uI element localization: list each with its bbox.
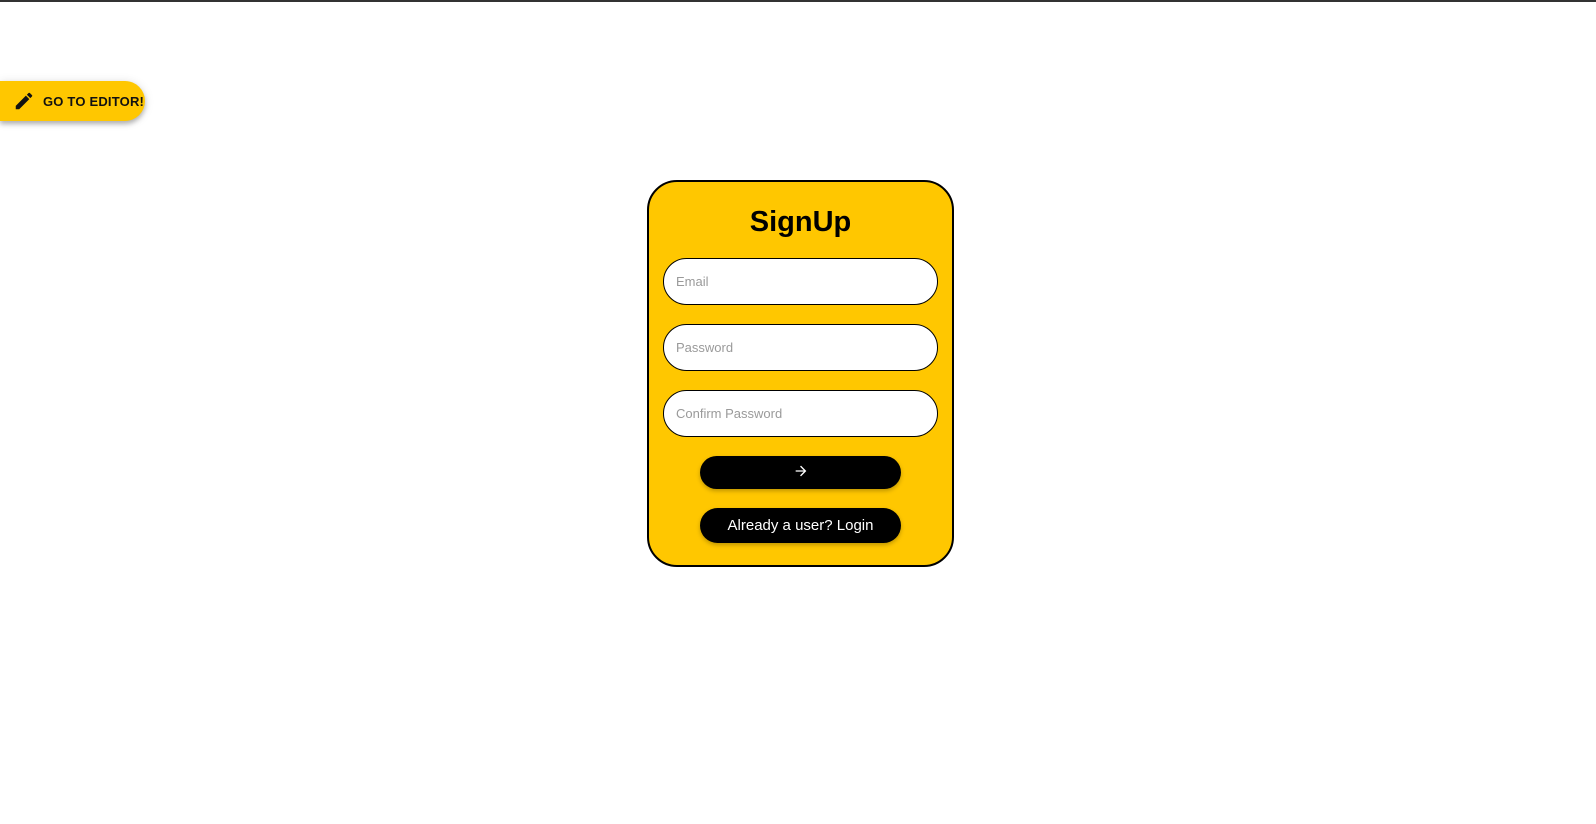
login-link-label: Already a user? Login bbox=[727, 517, 874, 534]
signup-title: SignUp bbox=[749, 206, 852, 238]
email-field[interactable] bbox=[663, 258, 938, 305]
login-link-button[interactable]: Already a user? Login bbox=[700, 508, 901, 543]
confirm-password-field[interactable] bbox=[663, 390, 938, 437]
top-border bbox=[0, 0, 1596, 2]
go-to-editor-button[interactable]: GO TO EDITOR! bbox=[0, 81, 145, 121]
arrow-right-icon bbox=[793, 463, 809, 482]
pencil-icon bbox=[13, 90, 35, 112]
signup-submit-button[interactable] bbox=[700, 456, 901, 489]
go-to-editor-label: GO TO EDITOR! bbox=[43, 93, 145, 109]
signup-card: SignUp Already a user? Login bbox=[647, 180, 954, 567]
password-field[interactable] bbox=[663, 324, 938, 371]
